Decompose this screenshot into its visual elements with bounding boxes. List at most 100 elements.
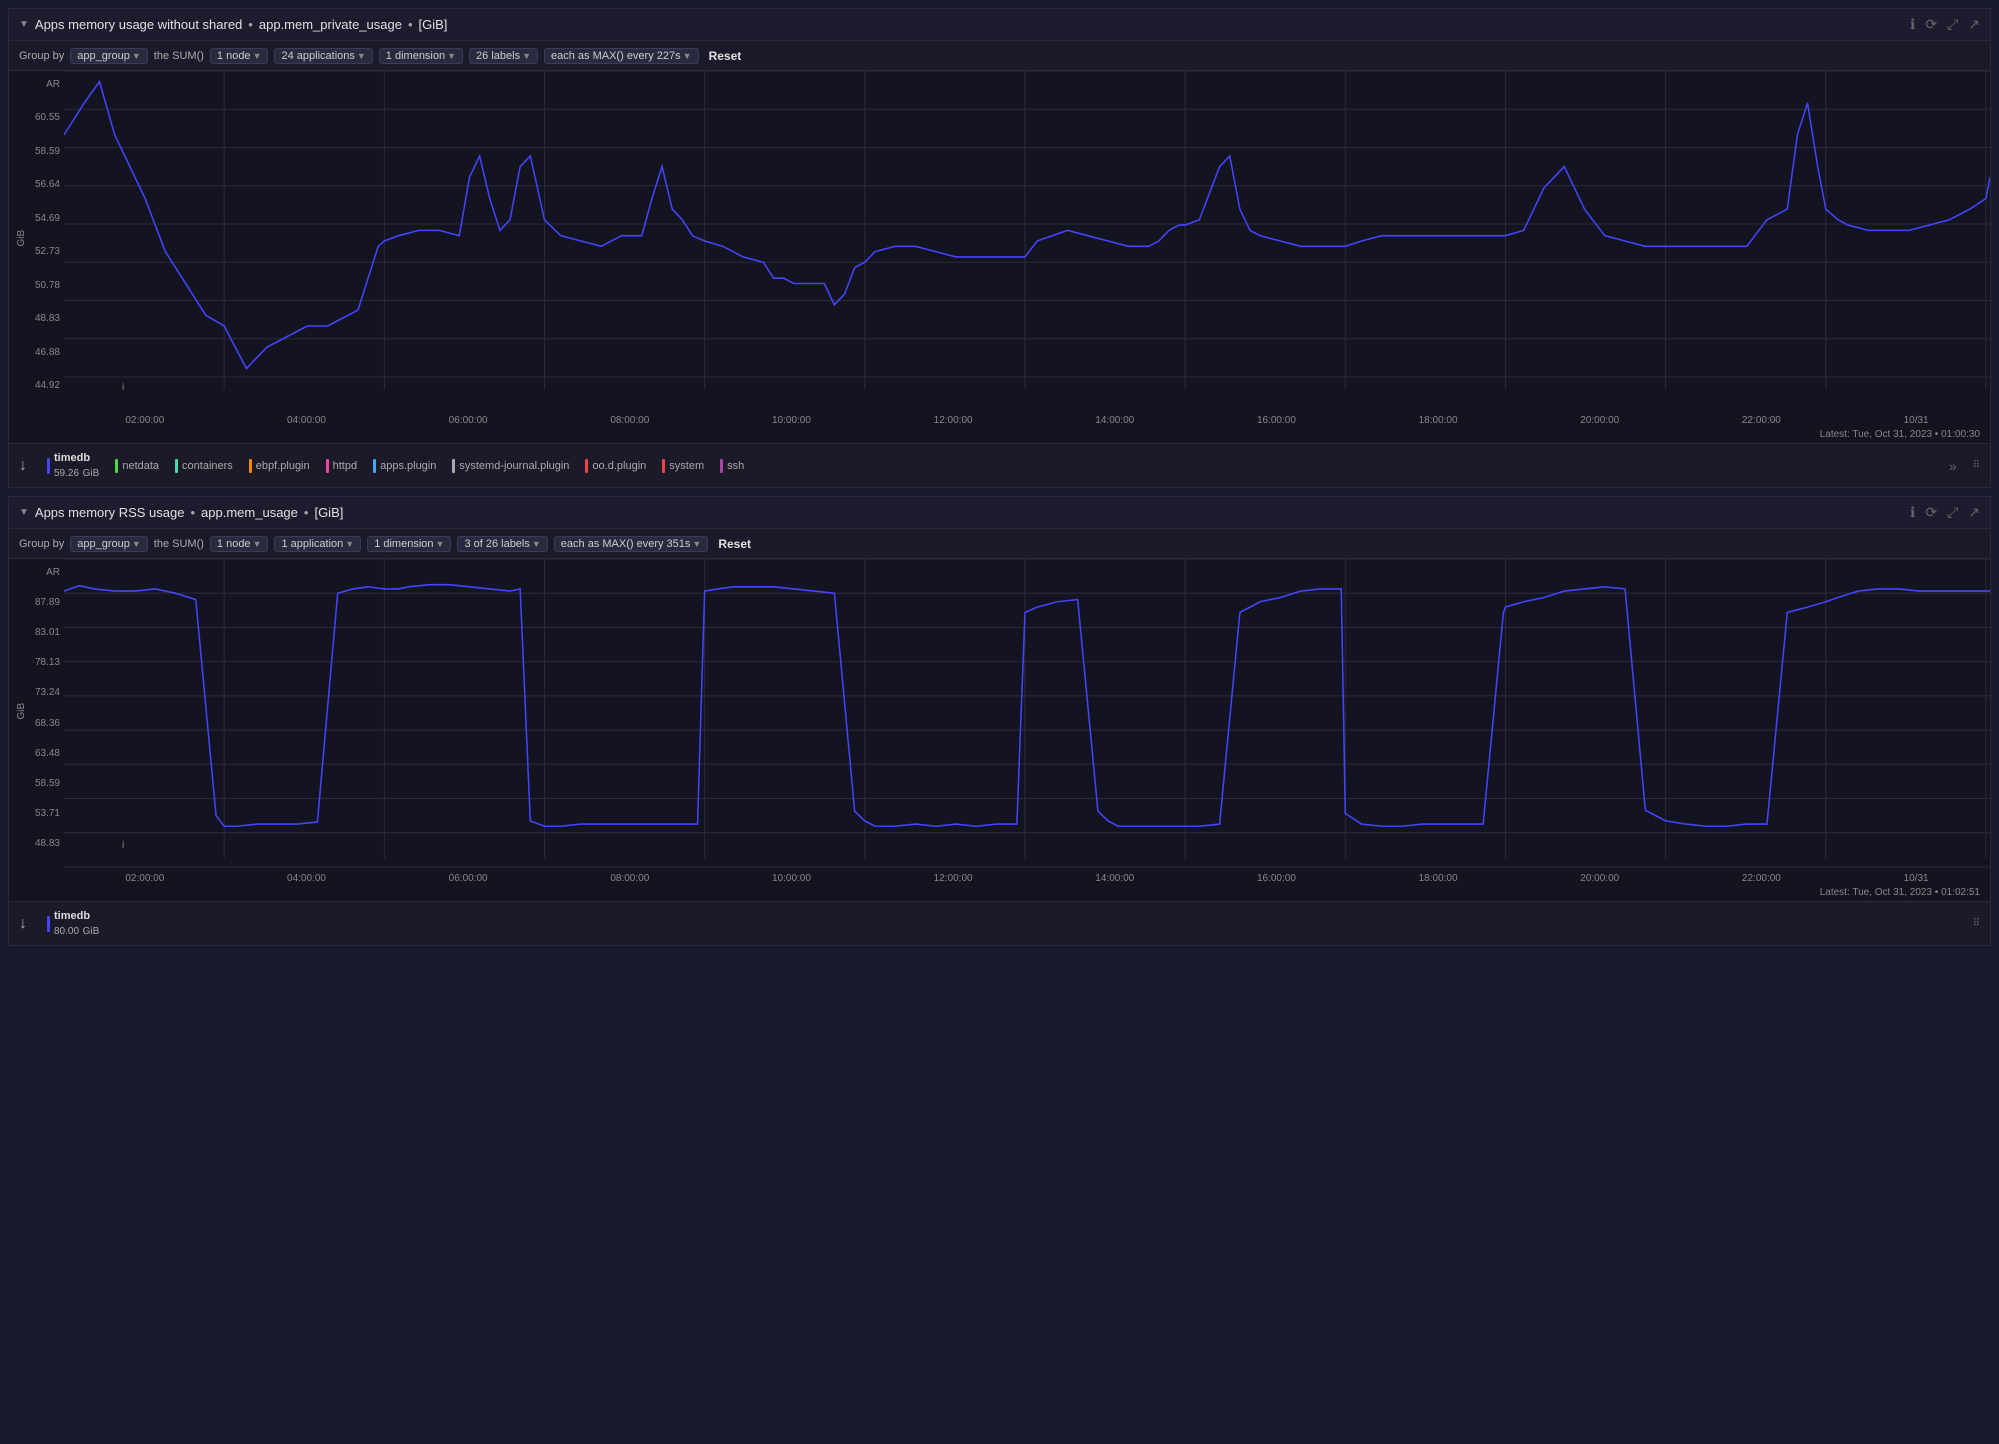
panel-1-collapse-icon[interactable]: ▼ — [19, 19, 29, 30]
p2-y-val-6: 63.48 — [35, 748, 60, 759]
legend-dot-containers — [175, 459, 178, 473]
panel-1-title-text: Apps memory usage without shared — [35, 17, 242, 32]
panel-2-legend: ↓ timedb 80.00 GiB ⠿ — [9, 901, 1990, 945]
panel-1-i-label: i — [122, 382, 124, 393]
p2-each-as-btn[interactable]: each as MAX() every 351s ▼ — [554, 536, 709, 552]
panel-2-metric: app.mem_usage — [201, 505, 298, 520]
panel-1-timestamp-text: Latest: Tue, Oct 31, 2023 • 01:00:30 — [1820, 429, 1980, 440]
p2-share-icon[interactable]: ↗ — [1968, 504, 1980, 521]
p2-legend-main-item: timedb 80.00 GiB — [47, 910, 99, 937]
expand-icon[interactable]: ⤢ — [1947, 16, 1958, 33]
panel-2-collapse-icon[interactable]: ▼ — [19, 507, 29, 518]
p2-labels-btn[interactable]: 3 of 26 labels ▼ — [457, 536, 547, 552]
legend-dot-systemd — [452, 459, 455, 473]
panel-2-header: ▼ Apps memory RSS usage • app.mem_usage … — [9, 497, 1990, 529]
legend-dot-httpd — [326, 459, 329, 473]
p2-dimension-btn[interactable]: 1 dimension ▼ — [367, 536, 451, 552]
x-label-4: 08:00:00 — [610, 415, 649, 426]
panel-1-title: ▼ Apps memory usage without shared • app… — [19, 17, 447, 32]
panel-2-title: ▼ Apps memory RSS usage • app.mem_usage … — [19, 505, 343, 520]
panel-2: ▼ Apps memory RSS usage • app.mem_usage … — [8, 496, 1991, 946]
p2-x-label-7: 14:00:00 — [1095, 873, 1134, 884]
sort-icon[interactable]: ↓ — [19, 457, 27, 475]
legend-containers: containers — [175, 459, 233, 473]
legend-name-system: system — [669, 460, 704, 472]
panel-2-chart: GiB AR 87.89 83.01 78.13 73.24 68.36 63.… — [9, 559, 1990, 869]
nodes-btn[interactable]: 1 node ▼ — [210, 48, 269, 64]
p2-y-val-7: 58.59 — [35, 778, 60, 789]
p2-x-label-2: 04:00:00 — [287, 873, 326, 884]
legend-name-ebpf: ebpf.plugin — [256, 460, 310, 472]
panel-2-y-axis: GiB AR 87.89 83.01 78.13 73.24 68.36 63.… — [9, 559, 64, 869]
p2-y-val-3: 78.13 — [35, 657, 60, 668]
p2-y-val-1: 87.89 — [35, 597, 60, 608]
panel-2-plot: i — [64, 559, 1990, 869]
legend-main-info: timedb 59.26 GiB — [54, 452, 99, 479]
p2-reset-btn[interactable]: Reset — [718, 537, 751, 551]
y-val-9: 44.92 — [35, 380, 60, 391]
p2-x-label-5: 10:00:00 — [772, 873, 811, 884]
legend-dots-btn[interactable]: ⠿ — [1973, 461, 1980, 471]
panel-1-y-label: GiB — [16, 230, 27, 247]
p2-group-by-btn[interactable]: app_group ▼ — [70, 536, 148, 552]
legend-name-ssh: ssh — [727, 460, 744, 472]
p2-info-icon[interactable]: ℹ — [1910, 504, 1915, 521]
p2-legend-main-info: timedb 80.00 GiB — [54, 910, 99, 937]
panel-1-x-axis: 02:00:00 04:00:00 06:00:00 08:00:00 10:0… — [9, 411, 1990, 428]
panel-1-header: ▼ Apps memory usage without shared • app… — [9, 9, 1990, 41]
p2-sum-label: the SUM() — [154, 538, 204, 550]
panel-2-x-axis: 02:00:00 04:00:00 06:00:00 08:00:00 10:0… — [9, 869, 1990, 886]
legend-system: system — [662, 459, 704, 473]
labels-btn[interactable]: 26 labels ▼ — [469, 48, 538, 64]
info-icon[interactable]: ℹ — [1910, 16, 1915, 33]
p2-expand-icon[interactable]: ⤢ — [1947, 504, 1958, 521]
panel-2-title-text: Apps memory RSS usage — [35, 505, 185, 520]
p2-x-label-9: 18:00:00 — [1419, 873, 1458, 884]
dimension-btn[interactable]: 1 dimension ▼ — [379, 48, 463, 64]
legend-name-systemd: systemd-journal.plugin — [459, 460, 569, 472]
reset-btn[interactable]: Reset — [709, 49, 742, 63]
y-val-4: 54.69 — [35, 213, 60, 224]
x-label-12: 10/31 — [1904, 415, 1929, 426]
y-val-8: 46.88 — [35, 347, 60, 358]
sum-label: the SUM() — [154, 50, 204, 62]
legend-name-apps-plugin: apps.plugin — [380, 460, 436, 472]
applications-btn[interactable]: 24 applications ▼ — [274, 48, 372, 64]
legend-name-ood: oo.d.plugin — [592, 460, 646, 472]
x-label-11: 22:00:00 — [1742, 415, 1781, 426]
legend-main-value: 59.26 GiB — [54, 464, 99, 479]
y-val-5: 52.73 — [35, 246, 60, 257]
p2-applications-btn[interactable]: 1 application ▼ — [274, 536, 361, 552]
panel-2-icons: ℹ ⟳ ⤢ ↗ — [1910, 504, 1980, 521]
x-label-7: 14:00:00 — [1095, 415, 1134, 426]
p2-x-label-4: 08:00:00 — [610, 873, 649, 884]
legend-apps-plugin: apps.plugin — [373, 459, 436, 473]
panel-2-timestamp-text: Latest: Tue, Oct 31, 2023 • 01:02:51 — [1820, 887, 1980, 898]
legend-dot-system — [662, 459, 665, 473]
p2-sort-icon[interactable]: ↓ — [19, 915, 27, 933]
group-by-label: Group by — [19, 50, 64, 62]
sync-icon[interactable]: ⟳ — [1925, 16, 1937, 33]
legend-dot-ebpf — [249, 459, 252, 473]
p2-sync-icon[interactable]: ⟳ — [1925, 504, 1937, 521]
p2-y-val-8: 53.71 — [35, 808, 60, 819]
y-top: AR — [46, 79, 60, 90]
p2-legend-dots-btn[interactable]: ⠿ — [1973, 919, 1980, 929]
panel-2-x-labels: 02:00:00 04:00:00 06:00:00 08:00:00 10:0… — [64, 871, 1990, 886]
p2-legend-main-name: timedb — [54, 910, 99, 922]
p2-nodes-btn[interactable]: 1 node ▼ — [210, 536, 269, 552]
legend-main-item: timedb 59.26 GiB — [47, 452, 99, 479]
legend-expand-btn[interactable]: » — [1949, 458, 1957, 474]
p2-y-val-4: 73.24 — [35, 687, 60, 698]
panel-2-unit: [GiB] — [314, 505, 343, 520]
group-by-btn[interactable]: app_group ▼ — [70, 48, 148, 64]
each-as-btn[interactable]: each as MAX() every 227s ▼ — [544, 48, 699, 64]
legend-httpd: httpd — [326, 459, 357, 473]
legend-dot-ssh — [720, 459, 723, 473]
panel-1-controls: Group by app_group ▼ the SUM() 1 node ▼ … — [9, 41, 1990, 71]
legend-ebpf: ebpf.plugin — [249, 459, 310, 473]
y-val-3: 56.64 — [35, 179, 60, 190]
p2-y-val-9: 48.83 — [35, 838, 60, 849]
share-icon[interactable]: ↗ — [1968, 16, 1980, 33]
panel-1-x-labels: 02:00:00 04:00:00 06:00:00 08:00:00 10:0… — [64, 413, 1990, 428]
